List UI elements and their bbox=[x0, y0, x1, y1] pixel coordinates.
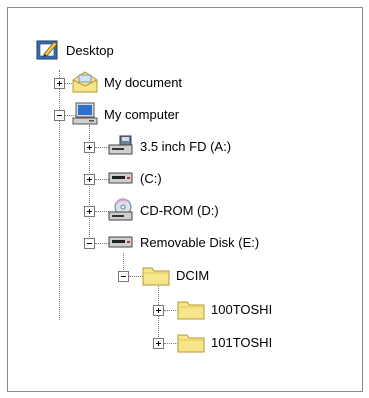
tree-connector bbox=[95, 211, 109, 212]
hard-drive-icon bbox=[108, 166, 134, 193]
tree-node-cdrom[interactable]: CD-ROM (D:) bbox=[108, 198, 219, 224]
tree-node-100toshi[interactable]: 100TOSHI bbox=[177, 297, 272, 323]
tree-node-removable-disk[interactable]: Removable Disk (E:) bbox=[108, 230, 259, 256]
tree-label-removable-disk: Removable Disk (E:) bbox=[140, 235, 260, 250]
tree-label-desktop: Desktop bbox=[66, 43, 114, 58]
tree-connector bbox=[164, 310, 178, 311]
cd-drive-icon bbox=[108, 198, 134, 225]
tree-label-floppy: 3.5 inch FD (A:) bbox=[140, 139, 232, 154]
tree-node-drive-c[interactable]: (C:) bbox=[108, 166, 162, 192]
expand-my-document[interactable] bbox=[54, 78, 65, 89]
folder-tree-panel: Desktop My document My computer 3.5 inch… bbox=[7, 7, 363, 392]
expand-floppy[interactable] bbox=[84, 142, 95, 153]
tree-label-101toshi: 101TOSHI bbox=[211, 335, 273, 350]
tree-label-my-computer: My computer bbox=[104, 107, 180, 122]
tree-label-drive-c: (C:) bbox=[140, 171, 162, 186]
collapse-dcim[interactable] bbox=[118, 271, 129, 282]
tree-node-floppy[interactable]: 3.5 inch FD (A:) bbox=[108, 134, 231, 160]
folder-icon bbox=[177, 331, 205, 356]
tree-connector bbox=[129, 276, 143, 277]
collapse-removable-disk[interactable] bbox=[84, 238, 95, 249]
tree-connector bbox=[164, 343, 178, 344]
floppy-drive-icon bbox=[108, 134, 134, 161]
tree-node-dcim[interactable]: DCIM bbox=[142, 263, 209, 289]
folder-envelope-icon bbox=[72, 70, 98, 97]
tree-connector bbox=[95, 147, 109, 148]
expand-100toshi[interactable] bbox=[153, 305, 164, 316]
tree-node-my-document[interactable]: My document bbox=[72, 70, 182, 96]
tree-connector bbox=[95, 243, 109, 244]
folder-icon bbox=[142, 264, 170, 289]
expand-cdrom[interactable] bbox=[84, 206, 95, 217]
collapse-my-computer[interactable] bbox=[54, 110, 65, 121]
expand-drive-c[interactable] bbox=[84, 174, 95, 185]
tree-label-cdrom: CD-ROM (D:) bbox=[140, 203, 219, 218]
tree-connector bbox=[59, 70, 60, 320]
tree-node-my-computer[interactable]: My computer bbox=[72, 102, 179, 128]
desktop-icon bbox=[36, 38, 60, 65]
tree-node-desktop[interactable]: Desktop bbox=[36, 38, 114, 64]
tree-label-my-document: My document bbox=[104, 75, 183, 90]
tree-connector bbox=[95, 179, 109, 180]
tree-node-101toshi[interactable]: 101TOSHI bbox=[177, 330, 272, 356]
expand-101toshi[interactable] bbox=[153, 338, 164, 349]
removable-disk-icon bbox=[108, 230, 134, 257]
tree-label-100toshi: 100TOSHI bbox=[211, 302, 273, 317]
folder-icon bbox=[177, 298, 205, 323]
tree-label-dcim: DCIM bbox=[176, 268, 210, 283]
computer-icon bbox=[72, 102, 98, 129]
